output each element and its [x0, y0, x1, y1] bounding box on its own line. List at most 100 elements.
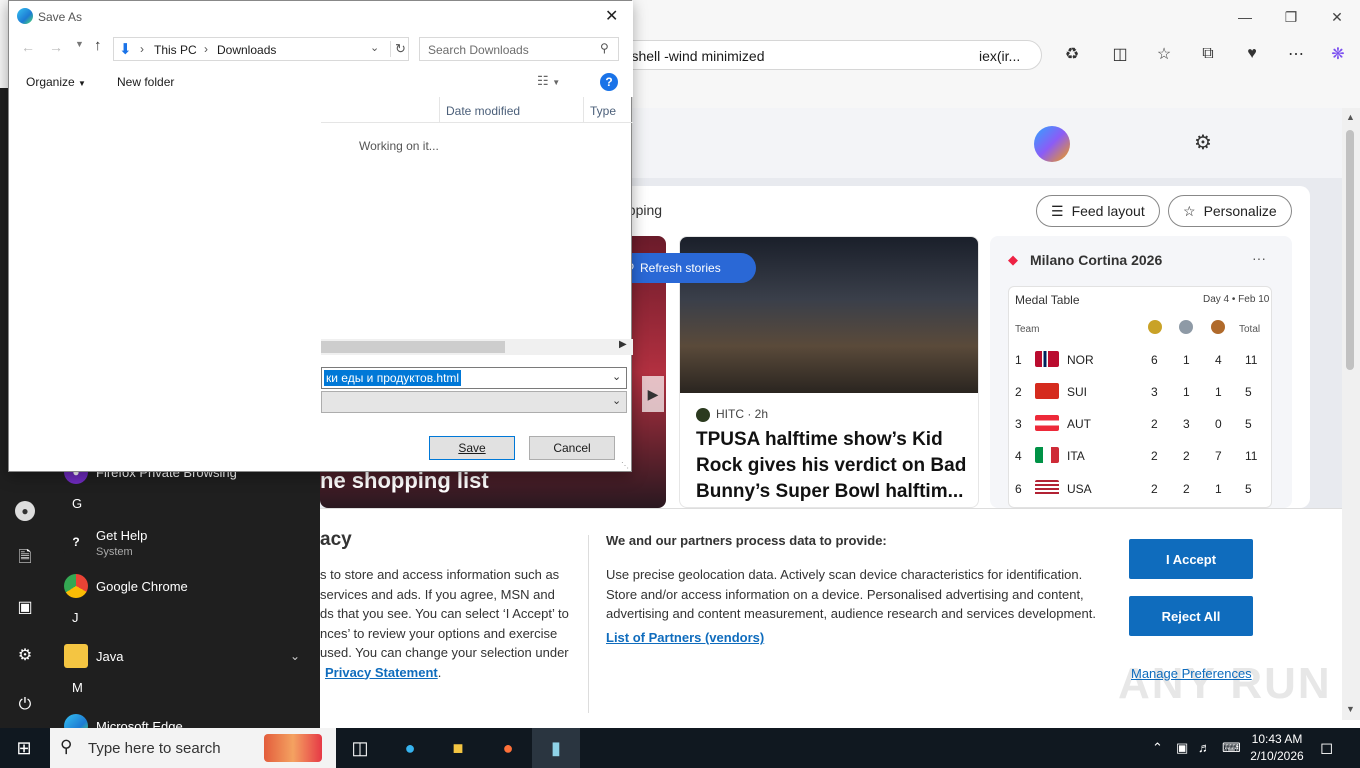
personalize-button[interactable]: ☆ Personalize: [1168, 195, 1292, 227]
dialog-close-icon[interactable]: ✕: [605, 6, 618, 26]
documents-icon[interactable]: 🗎: [12, 546, 38, 572]
filetype-select[interactable]: ⌄: [321, 391, 627, 413]
medal-row[interactable]: 2 SUI 3 1 1 5: [1009, 377, 1273, 409]
breadcrumb-dropdown-icon[interactable]: ⌄: [370, 41, 379, 54]
section-letter[interactable]: G: [72, 496, 82, 511]
recent-locations-icon[interactable]: ▼: [75, 39, 84, 49]
copilot-icon[interactable]: ❋: [1324, 40, 1352, 68]
edge-taskbar-icon[interactable]: ●: [386, 728, 434, 768]
chevron-down-icon[interactable]: ⌄: [290, 649, 300, 663]
refresh-stories-button[interactable]: ↻ Refresh stories: [614, 253, 756, 283]
clock-time[interactable]: 10:43 AM: [1250, 732, 1304, 746]
start-item-google-chrome[interactable]: Google Chrome: [56, 568, 310, 604]
forward-arrow-icon[interactable]: →: [49, 39, 63, 55]
taskbar-search[interactable]: ⚲ Type here to search: [50, 728, 336, 768]
refresh-label: Refresh stories: [640, 261, 721, 275]
breadcrumb-sep-icon: ›: [140, 42, 144, 56]
section-letter[interactable]: J: [72, 610, 79, 625]
flag-icon: [1035, 447, 1059, 463]
file-list-hscroll[interactable]: ▶: [321, 339, 633, 355]
carousel-play-icon[interactable]: ▶: [642, 376, 664, 412]
privacy-statement-link[interactable]: Privacy Statement: [325, 665, 438, 680]
feed-layout-button[interactable]: ☰ Feed layout: [1036, 195, 1160, 227]
firefox-taskbar-icon[interactable]: ●: [484, 728, 532, 768]
medal-row[interactable]: 6 USA 2 2 1 5: [1009, 474, 1273, 506]
volume-icon[interactable]: ♬: [1198, 740, 1211, 755]
reject-all-button[interactable]: Reject All: [1129, 596, 1253, 636]
restore-icon[interactable]: ❐: [1268, 4, 1314, 30]
column-divider: [439, 97, 440, 123]
copilot-icon[interactable]: [1034, 126, 1070, 162]
address-text-right: iex(ir...: [979, 48, 1021, 64]
user-account-icon[interactable]: ●: [12, 498, 38, 524]
refresh-icon[interactable]: ↻: [390, 41, 406, 57]
split-screen-icon[interactable]: ◫: [1106, 40, 1134, 68]
breadcrumb-this-pc[interactable]: This PC: [154, 43, 197, 57]
cancel-button[interactable]: Cancel: [529, 436, 615, 460]
new-folder-button[interactable]: New folder: [117, 75, 174, 89]
filetype-dropdown-icon[interactable]: ⌄: [612, 394, 621, 407]
medal-silver: 2: [1183, 482, 1190, 496]
start-item-java[interactable]: Java ⌄: [56, 638, 310, 674]
loading-status: Working on it...: [359, 139, 439, 153]
medal-row[interactable]: 4 ITA 2 2 7 11: [1009, 441, 1273, 473]
notifications-icon[interactable]: ◻: [1320, 738, 1333, 758]
show-hidden-icons-icon[interactable]: ⌃: [1152, 740, 1163, 756]
power-icon[interactable]: ⏻: [12, 692, 38, 718]
dialog-search-input[interactable]: Search Downloads ⚲: [419, 37, 619, 61]
save-button[interactable]: Save: [429, 436, 515, 460]
search-highlight-icon[interactable]: [264, 734, 322, 762]
scroll-down-icon[interactable]: ▼: [1346, 704, 1355, 714]
address-bar[interactable]: ershell -wind minimized iex(ir...: [614, 40, 1042, 70]
settings-icon[interactable]: ⚙: [12, 642, 38, 668]
medal-country: NOR: [1067, 353, 1094, 367]
scroll-thumb[interactable]: [1346, 130, 1354, 370]
minimize-icon[interactable]: —: [1222, 4, 1268, 30]
section-letter[interactable]: M: [72, 680, 83, 695]
pictures-icon[interactable]: ▣: [12, 594, 38, 620]
partners-link[interactable]: List of Partners (vendors): [606, 630, 764, 645]
card-more-icon[interactable]: ···: [1252, 250, 1266, 266]
hscroll-thumb[interactable]: [321, 341, 505, 353]
accept-button[interactable]: I Accept: [1129, 539, 1253, 579]
file-explorer-icon[interactable]: ■: [434, 728, 482, 768]
clock-date[interactable]: 2/10/2026: [1250, 749, 1304, 763]
col-date-modified[interactable]: Date modified: [446, 104, 520, 118]
resize-grip-icon[interactable]: ⋱: [621, 461, 629, 470]
scroll-right-icon[interactable]: ▶: [619, 339, 627, 350]
filename-dropdown-icon[interactable]: ⌄: [612, 370, 621, 383]
medal-table: Medal Table Day 4 • Feb 10 Team Total 1 N…: [1008, 286, 1272, 508]
page-scrollbar[interactable]: ▲ ▼: [1342, 108, 1360, 720]
back-arrow-icon[interactable]: ←: [21, 39, 35, 55]
medal-total: 5: [1245, 417, 1252, 431]
filename-input[interactable]: ки еды и продуктов.html ⌄: [321, 367, 627, 389]
performance-icon[interactable]: ♥: [1238, 40, 1266, 68]
collections-icon[interactable]: ⧉: [1194, 40, 1222, 68]
network-icon[interactable]: ▣: [1176, 740, 1188, 756]
get-help-icon: ?: [64, 530, 88, 554]
search-icon[interactable]: ⚲: [600, 41, 609, 55]
close-icon[interactable]: ✕: [1314, 4, 1360, 30]
windows-start-icon[interactable]: ⊞: [0, 728, 48, 768]
start-item-get-help[interactable]: ? Get Help System: [56, 524, 310, 560]
settings-gear-icon[interactable]: ⚙: [1194, 130, 1212, 155]
organize-button[interactable]: Organize ▼: [26, 75, 86, 89]
help-icon[interactable]: ?: [600, 73, 618, 91]
scroll-up-icon[interactable]: ▲: [1346, 112, 1355, 122]
breadcrumb-downloads[interactable]: Downloads: [217, 43, 276, 57]
manage-preferences-link[interactable]: Manage Preferences: [1131, 666, 1252, 681]
keyboard-icon[interactable]: ⌨: [1222, 740, 1241, 756]
breadcrumb[interactable]: ⬇ › This PC › Downloads ⌄ ↻: [113, 37, 409, 61]
task-view-icon[interactable]: ◫: [336, 728, 384, 768]
medal-bronze: 4: [1215, 353, 1222, 367]
medal-row[interactable]: 3 AUT 2 3 0 5: [1009, 409, 1273, 441]
extensions-icon[interactable]: ♻: [1058, 40, 1086, 68]
more-icon[interactable]: ⋯: [1282, 40, 1310, 68]
notepad-taskbar-icon[interactable]: ▮: [532, 728, 580, 768]
col-type[interactable]: Type: [590, 104, 616, 118]
medal-row[interactable]: 1 NOR 6 1 4 11: [1009, 345, 1273, 377]
medal-gold: 2: [1151, 482, 1158, 496]
up-arrow-icon[interactable]: ↑: [94, 37, 102, 54]
view-options-icon[interactable]: ☷ ▼: [537, 73, 560, 89]
favorites-icon[interactable]: ☆: [1150, 40, 1178, 68]
